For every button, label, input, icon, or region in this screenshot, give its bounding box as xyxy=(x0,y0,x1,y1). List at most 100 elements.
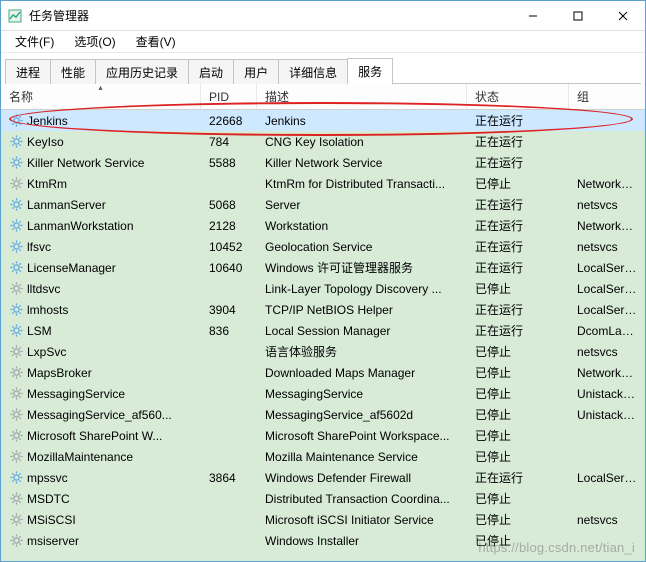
menubar: 文件(F) 选项(O) 查看(V) xyxy=(1,31,645,53)
cell-name: MessagingService xyxy=(1,387,201,401)
gear-icon xyxy=(9,492,23,506)
service-name: LicenseManager xyxy=(27,261,116,275)
table-row[interactable]: KtmRmKtmRm for Distributed Transacti...已… xyxy=(1,173,645,194)
cell-status: 已停止 xyxy=(467,511,569,528)
col-group[interactable]: 组 xyxy=(569,84,645,109)
tab-services[interactable]: 服务 xyxy=(347,58,393,85)
cell-status: 已停止 xyxy=(467,532,569,549)
service-name: mpssvc xyxy=(27,471,68,485)
cell-desc: Microsoft iSCSI Initiator Service xyxy=(257,513,467,527)
cell-name: MSiSCSI xyxy=(1,513,201,527)
cell-group: netsvcs xyxy=(569,345,645,359)
gear-icon xyxy=(9,198,23,212)
col-status[interactable]: 状态 xyxy=(467,84,569,109)
cell-desc: Windows 许可证管理器服务 xyxy=(257,259,467,276)
table-row[interactable]: Killer Network Service5588Killer Network… xyxy=(1,152,645,173)
cell-name: mpssvc xyxy=(1,471,201,485)
cell-status: 正在运行 xyxy=(467,259,569,276)
cell-desc: Jenkins xyxy=(257,114,467,128)
table-row[interactable]: LSM836Local Session Manager正在运行DcomLaunc… xyxy=(1,320,645,341)
cell-group: netsvcs xyxy=(569,198,645,212)
cell-group: LocalService... xyxy=(569,471,645,485)
cell-pid: 5588 xyxy=(201,156,257,170)
table-row[interactable]: mpssvc3864Windows Defender Firewall正在运行L… xyxy=(1,467,645,488)
table-row[interactable]: MessagingServiceMessagingService已停止Unist… xyxy=(1,383,645,404)
col-name[interactable]: ▴ 名称 xyxy=(1,84,201,109)
cell-name: LicenseManager xyxy=(1,261,201,275)
gear-icon xyxy=(9,261,23,275)
cell-pid: 10452 xyxy=(201,240,257,254)
tab-processes[interactable]: 进程 xyxy=(5,59,51,85)
cell-name: MessagingService_af560... xyxy=(1,408,201,422)
cell-pid: 784 xyxy=(201,135,257,149)
service-name: msiserver xyxy=(27,534,79,548)
gear-icon xyxy=(9,282,23,296)
menu-file[interactable]: 文件(F) xyxy=(5,31,64,52)
table-row[interactable]: msiserverWindows Installer已停止 xyxy=(1,530,645,551)
cell-group: LocalService xyxy=(569,282,645,296)
table-row[interactable]: LxpSvc 语言体验服务已停止netsvcs xyxy=(1,341,645,362)
cell-status: 正在运行 xyxy=(467,154,569,171)
menu-view[interactable]: 查看(V) xyxy=(126,31,186,52)
cell-status: 已停止 xyxy=(467,448,569,465)
tab-app-history[interactable]: 应用历史记录 xyxy=(95,59,189,85)
tab-details[interactable]: 详细信息 xyxy=(278,59,348,85)
service-name: MessagingService_af560... xyxy=(27,408,172,422)
menu-options[interactable]: 选项(O) xyxy=(64,31,125,52)
table-row[interactable]: KeyIso784CNG Key Isolation正在运行 xyxy=(1,131,645,152)
service-name: Microsoft SharePoint W... xyxy=(27,429,162,443)
cell-name: KeyIso xyxy=(1,135,201,149)
cell-status: 已停止 xyxy=(467,280,569,297)
cell-desc: KtmRm for Distributed Transacti... xyxy=(257,177,467,191)
cell-desc: 语言体验服务 xyxy=(257,343,467,360)
cell-status: 已停止 xyxy=(467,490,569,507)
service-name: LxpSvc xyxy=(27,345,66,359)
tab-startup[interactable]: 启动 xyxy=(188,59,234,85)
gear-icon xyxy=(9,156,23,170)
cell-group: UnistackSvcG... xyxy=(569,408,645,422)
table-header: ▴ 名称 PID 描述 状态 组 xyxy=(1,84,645,110)
col-desc[interactable]: 描述 xyxy=(257,84,467,109)
task-manager-window: 任务管理器 文件(F) 选项(O) 查看(V) 进程 性能 应用历史记录 启动 … xyxy=(0,0,646,562)
cell-pid: 22668 xyxy=(201,114,257,128)
maximize-button[interactable] xyxy=(555,1,600,30)
table-row[interactable]: Jenkins22668Jenkins正在运行 xyxy=(1,110,645,131)
table-row[interactable]: LanmanServer5068Server正在运行netsvcs xyxy=(1,194,645,215)
cell-name: LxpSvc xyxy=(1,345,201,359)
cell-desc: Geolocation Service xyxy=(257,240,467,254)
gear-icon xyxy=(9,219,23,233)
table-row[interactable]: Microsoft SharePoint W...Microsoft Share… xyxy=(1,425,645,446)
minimize-button[interactable] xyxy=(510,1,555,30)
cell-status: 正在运行 xyxy=(467,217,569,234)
service-name: lltdsvc xyxy=(27,282,60,296)
table-row[interactable]: MapsBrokerDownloaded Maps Manager已停止Netw… xyxy=(1,362,645,383)
table-row[interactable]: LanmanWorkstation2128Workstation正在运行Netw… xyxy=(1,215,645,236)
table-row[interactable]: lmhosts3904TCP/IP NetBIOS Helper正在运行Loca… xyxy=(1,299,645,320)
service-name: MessagingService xyxy=(27,387,125,401)
cell-status: 已停止 xyxy=(467,343,569,360)
gear-icon xyxy=(9,429,23,443)
cell-group: LocalService... xyxy=(569,303,645,317)
cell-desc: Link-Layer Topology Discovery ... xyxy=(257,282,467,296)
table-row[interactable]: LicenseManager10640Windows 许可证管理器服务正在运行L… xyxy=(1,257,645,278)
cell-name: lfsvc xyxy=(1,240,201,254)
tab-users[interactable]: 用户 xyxy=(233,59,279,85)
table-body: Jenkins22668Jenkins正在运行KeyIso784CNG Key … xyxy=(1,110,645,551)
table-row[interactable]: MSiSCSI Microsoft iSCSI Initiator Service… xyxy=(1,509,645,530)
table-row[interactable]: MozillaMaintenanceMozilla Maintenance Se… xyxy=(1,446,645,467)
service-name: MSiSCSI xyxy=(27,513,76,527)
table-row[interactable]: lfsvc10452Geolocation Service正在运行netsvcs xyxy=(1,236,645,257)
gear-icon xyxy=(9,240,23,254)
col-pid[interactable]: PID xyxy=(201,84,257,109)
tab-performance[interactable]: 性能 xyxy=(50,59,96,85)
cell-desc: Windows Defender Firewall xyxy=(257,471,467,485)
table-row[interactable]: lltdsvc Link-Layer Topology Discovery ...… xyxy=(1,278,645,299)
cell-name: LanmanServer xyxy=(1,198,201,212)
cell-name: lmhosts xyxy=(1,303,201,317)
service-name: LanmanWorkstation xyxy=(27,219,134,233)
table-row[interactable]: MSDTCDistributed Transaction Coordina...… xyxy=(1,488,645,509)
table-row[interactable]: MessagingService_af560...MessagingServic… xyxy=(1,404,645,425)
close-button[interactable] xyxy=(600,1,645,30)
sort-asc-icon: ▴ xyxy=(1,84,200,92)
cell-status: 已停止 xyxy=(467,427,569,444)
